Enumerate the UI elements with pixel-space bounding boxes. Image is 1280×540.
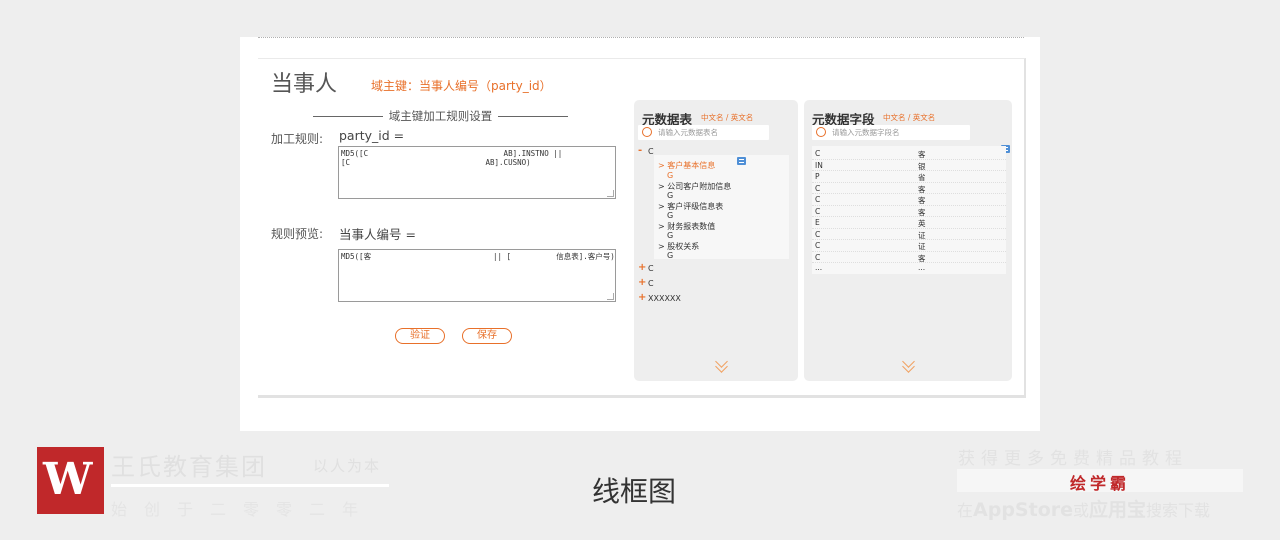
tree-child-sub: G	[667, 191, 674, 200]
save-button[interactable]: 保存	[462, 328, 512, 344]
section-title-text: 域主键加工规则设置	[388, 109, 493, 123]
search-icon	[816, 127, 826, 137]
meta-field-subtitle: 中文名 / 英文名	[883, 113, 936, 122]
field-en: C	[815, 229, 821, 239]
promo-text-1: 在	[957, 501, 974, 520]
field-en: C	[815, 183, 821, 193]
field-cn: 银	[918, 161, 926, 171]
preview-textarea[interactable]: MD5([客 || [ 信息表].客户号)	[338, 249, 616, 302]
field-en: IN	[815, 160, 823, 170]
domain-key-label: 域主键：当事人编号（party_id）	[371, 79, 552, 93]
meta-field-search-input[interactable]: 请输入元数据字段名	[812, 125, 970, 140]
field-cn: 客	[918, 207, 926, 217]
tree-expand-icon[interactable]: +	[638, 262, 646, 273]
field-cn: 客	[918, 150, 926, 159]
field-cn: 证	[918, 230, 926, 240]
promo-appstore: AppStore	[973, 499, 1073, 521]
resize-grip-icon[interactable]	[607, 190, 614, 197]
field-cn: 英	[918, 219, 926, 228]
field-row[interactable]: P省	[812, 171, 1006, 183]
slide-caption: 线框图	[592, 475, 677, 508]
field-cn: 省	[918, 173, 926, 182]
tree-child-sub: G	[667, 251, 674, 260]
tree-expand-icon[interactable]: +	[638, 292, 646, 303]
brand-founded: 始创于二零零二年	[111, 500, 376, 519]
double-chevron-down-icon[interactable]	[901, 358, 917, 372]
tree-child-sub: G	[667, 211, 674, 220]
tree-node-label[interactable]: C	[648, 279, 654, 288]
promo-app-name: 绘学霸	[1069, 474, 1130, 493]
rule-text-line2: [C AB].CUSNO)	[341, 158, 531, 167]
field-cn: ...	[918, 263, 926, 272]
tree-collapse-icon[interactable]: -	[638, 145, 642, 156]
field-row[interactable]: C客	[812, 194, 1006, 206]
field-cn: 客	[918, 184, 926, 194]
top-divider	[258, 37, 1024, 38]
search-icon	[642, 127, 652, 137]
promo-heading: 获得更多免费精品教程	[958, 449, 1188, 469]
page-title: 当事人	[271, 72, 338, 97]
field-row[interactable]: IN 银	[812, 160, 1006, 171]
list-icon[interactable]	[737, 157, 746, 165]
rule-textarea[interactable]: MD5([C AB].INSTNO || [C AB].CUSNO)	[338, 146, 616, 199]
tree-node-label[interactable]: C	[648, 264, 654, 273]
field-list: C客 IN 银 P省 C客 C客 C客 E英 C证 C证 C客 ......	[812, 146, 1006, 274]
field-row[interactable]: C证	[812, 240, 1006, 252]
tree-root-label[interactable]: C	[648, 147, 654, 156]
rule-key: party_id =	[339, 128, 405, 143]
promo-text-2: 或	[1073, 501, 1090, 520]
tree-expand-icon[interactable]: +	[638, 277, 646, 288]
field-row[interactable]: C客	[812, 148, 1006, 160]
field-en: ...	[815, 263, 823, 272]
promo-download-text: 在AppStore或应用宝搜索下载	[957, 495, 1210, 522]
section-title: 域主键加工规则设置	[313, 108, 568, 124]
tree-child-sub: G	[667, 231, 674, 240]
brand-divider	[111, 484, 389, 487]
field-cn: 证	[918, 242, 926, 251]
verify-button[interactable]: 验证	[395, 328, 445, 344]
field-en: P	[815, 172, 820, 181]
tree-child-item[interactable]: > 股权关系	[658, 241, 699, 252]
field-cn: 客	[918, 196, 926, 205]
tree-child-item[interactable]: > 客户基本信息	[658, 160, 715, 171]
brand-name: 王氏教育集团	[111, 453, 267, 481]
brand-logo-letter: W	[43, 454, 92, 505]
meta-table-search-input[interactable]: 请输入元数据表名	[638, 125, 769, 140]
field-en: E	[815, 218, 820, 227]
rule-label: 加工规则:	[271, 132, 324, 146]
promo-yyb: 应用宝	[1089, 499, 1147, 521]
field-en: C	[815, 252, 821, 262]
brand-logo: W	[37, 447, 104, 514]
field-row[interactable]: C客	[812, 183, 1006, 194]
brand-slogan: 以人为本	[313, 457, 382, 475]
double-chevron-down-icon[interactable]	[714, 358, 730, 372]
field-row[interactable]: E英	[812, 217, 1006, 229]
resize-grip-icon[interactable]	[607, 293, 614, 300]
field-row[interactable]: C客	[812, 206, 1006, 217]
preview-text: MD5([客 || [ 信息表].客户号)	[341, 252, 615, 261]
field-row[interactable]: C证	[812, 229, 1006, 240]
tree-child-sub: G	[667, 171, 674, 180]
field-en: C	[815, 149, 821, 158]
preview-label: 规则预览:	[271, 227, 324, 241]
promo-text-3: 搜索下载	[1146, 501, 1211, 520]
field-en: C	[815, 241, 821, 250]
field-row[interactable]: ......	[812, 262, 1006, 274]
tree-node-label[interactable]: XXXXXX	[648, 294, 681, 303]
field-en: C	[815, 195, 821, 204]
meta-table-search-placeholder: 请输入元数据表名	[658, 128, 718, 137]
meta-table-subtitle: 中文名 / 英文名	[701, 113, 754, 122]
rule-text-line1: MD5([C AB].INSTNO ||	[341, 149, 563, 158]
preview-key: 当事人编号 =	[339, 227, 416, 242]
field-en: C	[815, 206, 821, 216]
promo-band: 绘学霸	[957, 469, 1243, 493]
meta-field-search-placeholder: 请输入元数据字段名	[832, 128, 900, 137]
